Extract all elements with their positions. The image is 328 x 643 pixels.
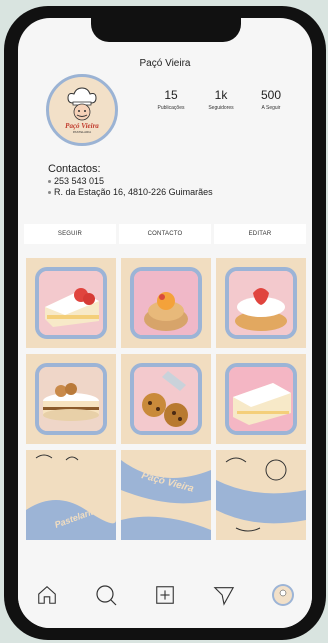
cream-puff-icon (229, 271, 293, 335)
profile-actions: SEGUIR CONTACTO EDITAR (24, 224, 306, 244)
follow-button[interactable]: SEGUIR (24, 224, 116, 244)
post-tile[interactable]: Paçó Vieira (121, 450, 211, 540)
layered-cake-icon (39, 367, 103, 431)
send-icon (213, 587, 234, 606)
contact-button[interactable]: CONTACTO (119, 224, 211, 244)
logo-text: Paçó Vieira (65, 122, 99, 130)
search-tab[interactable] (91, 580, 121, 610)
post-tile[interactable] (216, 450, 306, 540)
profile-tab[interactable] (268, 580, 298, 610)
phone-frame: Paçó Vieira Paçó Vieira PASTELARIA 15 Pu… (4, 6, 326, 640)
stat-posts-value: 15 (164, 88, 178, 102)
contacts-title: Contactos: (48, 163, 101, 175)
post-image (225, 267, 297, 339)
pastry-icon (134, 271, 198, 335)
contact-phone-text: 253 543 015 (54, 176, 105, 186)
edit-button[interactable]: EDITAR (214, 224, 306, 244)
cake-slice-icon (39, 271, 103, 335)
add-post-icon (156, 586, 174, 604)
brand-art-left: Pastelaria (26, 450, 116, 540)
post-image (130, 363, 202, 435)
post-tile[interactable]: Pastelaria (26, 450, 116, 540)
profile-username: Paçó Vieira (139, 58, 191, 69)
profile-stats: 15 Publicações 1k Seguidores 500 A Segui… (146, 88, 296, 111)
bullet-icon (48, 179, 51, 183)
profile-avatar-icon (271, 584, 294, 606)
home-tab[interactable] (32, 580, 62, 610)
brand-art-right (216, 450, 306, 540)
post-image (35, 267, 107, 339)
contact-phone[interactable]: 253 543 015 (48, 176, 213, 186)
contacts-section: Contactos: 253 543 015 R. da Estação 16,… (48, 163, 213, 197)
post-tile[interactable] (216, 258, 306, 348)
stat-followers-value: 1k (214, 88, 228, 102)
post-tile[interactable] (26, 258, 116, 348)
post-tile[interactable] (121, 354, 211, 444)
stat-followers[interactable]: 1k Seguidores (196, 88, 246, 111)
phone-notch (91, 18, 241, 42)
logo-subtext: PASTELARIA (73, 130, 91, 134)
chef-logo-icon: Paçó Vieira PASTELARIA (65, 87, 99, 134)
bottom-tabbar (18, 572, 312, 628)
stat-following-label: A Seguir (261, 105, 281, 111)
post-image (35, 363, 107, 435)
post-tile[interactable] (121, 258, 211, 348)
profile-avatar[interactable]: Paçó Vieira PASTELARIA (46, 74, 118, 146)
send-tab[interactable] (209, 580, 239, 610)
home-icon (38, 586, 57, 604)
contact-address[interactable]: R. da Estação 16, 4810-226 Guimarães (48, 187, 213, 197)
post-image (130, 267, 202, 339)
stat-following[interactable]: 500 A Seguir (246, 88, 296, 111)
app-screen: Paçó Vieira Paçó Vieira PASTELARIA 15 Pu… (18, 18, 312, 628)
post-tile[interactable] (26, 354, 116, 444)
bullet-icon (48, 190, 51, 194)
posts-grid: Pastelaria Paçó Vieira (26, 258, 306, 540)
stat-posts-label: Publicações (157, 105, 185, 111)
add-post-tab[interactable] (150, 580, 180, 610)
post-image (225, 363, 297, 435)
mille-feuille-icon (229, 367, 293, 431)
contact-address-text: R. da Estação 16, 4810-226 Guimarães (54, 187, 213, 197)
brand-art-center: Paçó Vieira (121, 450, 211, 540)
search-icon (96, 585, 117, 606)
stat-followers-label: Seguidores (208, 105, 234, 111)
post-tile[interactable] (216, 354, 306, 444)
stat-following-value: 500 (260, 88, 282, 102)
cookies-icon (134, 367, 198, 431)
stat-posts[interactable]: 15 Publicações (146, 88, 196, 111)
